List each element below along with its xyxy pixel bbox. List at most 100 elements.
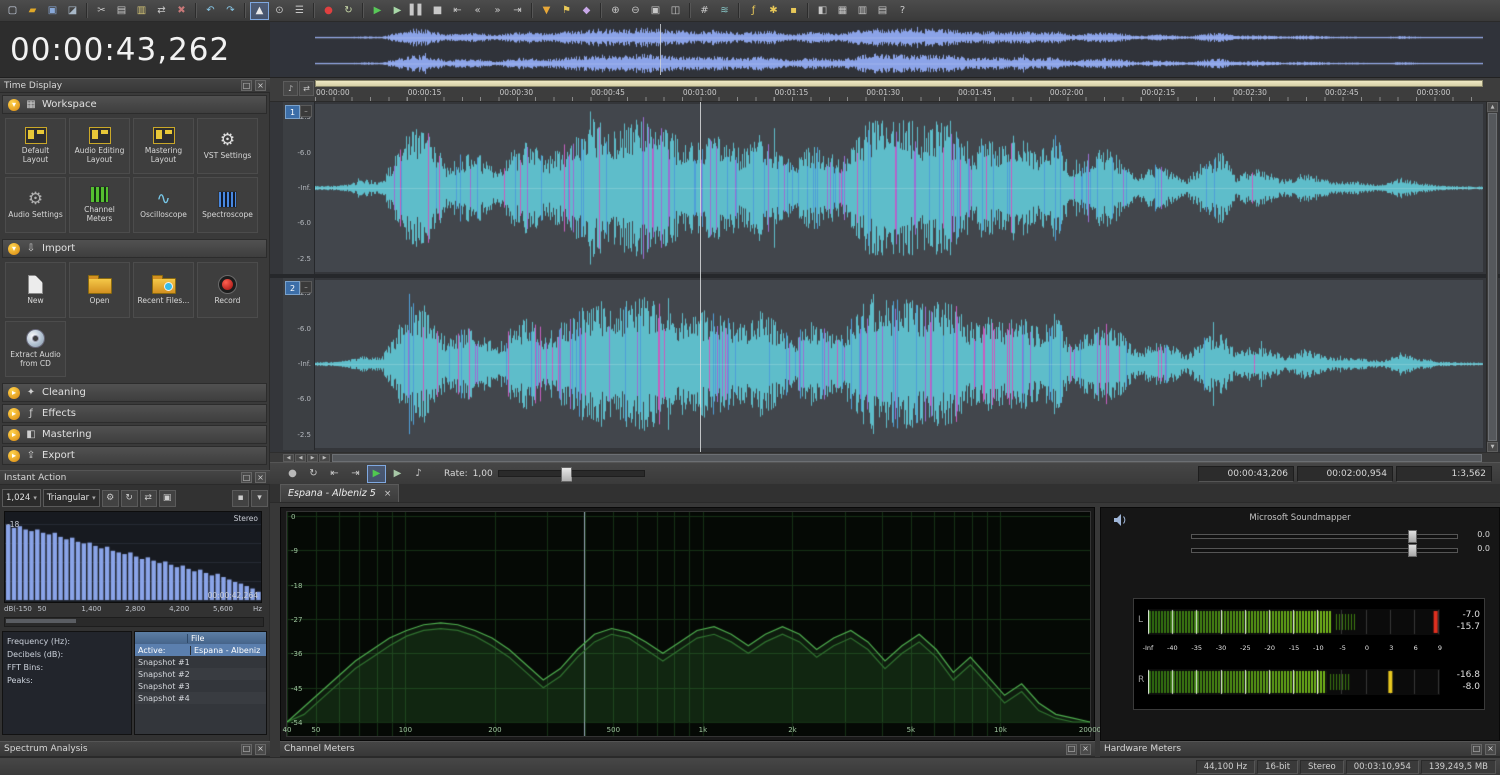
zoom-window-icon[interactable]: ◫ — [666, 2, 685, 20]
waveform-overview[interactable] — [270, 22, 1500, 78]
audio-settings-button[interactable]: ⚙ Audio Settings — [5, 177, 66, 233]
keyboard-icon[interactable]: ▤ — [873, 2, 892, 20]
fft-size-select[interactable]: 1,024 ▾ — [2, 489, 41, 507]
channel-1-waveform[interactable] — [315, 104, 1483, 272]
restore-button[interactable]: □ — [1066, 743, 1077, 755]
expand-icon[interactable]: ▸ — [8, 386, 20, 399]
play-plugin-button[interactable]: ▶ — [388, 465, 407, 483]
go-to-start-icon[interactable]: ⇤ — [448, 2, 467, 20]
marker-icon[interactable]: ▼ — [537, 2, 556, 20]
channel-1-badge[interactable]: 1 — [285, 105, 300, 119]
snapshot-row[interactable]: Snapshot #3: — [135, 680, 266, 692]
scrollbar-thumb[interactable] — [332, 454, 1482, 462]
channel-2-badge[interactable]: 2 — [285, 281, 300, 295]
audio-event-icon[interactable]: ♪ — [283, 81, 298, 96]
record-button[interactable]: Record — [197, 262, 258, 318]
expand-icon[interactable]: ▸ — [8, 407, 20, 420]
open-file-icon[interactable]: ▰ — [23, 2, 42, 20]
close-button[interactable]: × — [255, 743, 266, 755]
extract-cd-button[interactable]: Extract Audio from CD — [5, 321, 66, 377]
pause-icon[interactable]: ▌▌ — [408, 2, 427, 20]
time-ruler[interactable]: ♪ ⇄ 00:00:00 00:00:15 00:00:30 00:00:45 00:01… — [270, 78, 1500, 102]
forward-icon[interactable]: » — [488, 2, 507, 20]
rewind-icon[interactable]: « — [468, 2, 487, 20]
zoom-in-icon[interactable]: ⊕ — [606, 2, 625, 20]
go-to-end-icon[interactable]: ⇥ — [508, 2, 527, 20]
output-gain-slider-right[interactable]: 0.0 — [1191, 544, 1490, 557]
section-header-cleaning[interactable]: ▸ ✦ Cleaning — [2, 383, 267, 402]
restore-button[interactable]: □ — [241, 472, 252, 483]
new-file-icon[interactable]: ▢ — [3, 2, 22, 20]
vst-settings-button[interactable]: ⚙ VST Settings — [197, 118, 258, 174]
scroll-down-icon[interactable]: ▼ — [1487, 442, 1498, 452]
export-snapshot-icon[interactable]: ▣ — [158, 489, 176, 507]
trash-icon[interactable]: ✖ — [172, 2, 191, 20]
restore-button[interactable]: □ — [241, 80, 252, 91]
oscilloscope-button[interactable]: ∿ Oscilloscope — [133, 177, 194, 233]
paste-icon[interactable]: ▥ — [132, 2, 151, 20]
undo-icon[interactable]: ↶ — [201, 2, 220, 20]
page-left-icon[interactable]: ◀ — [295, 454, 306, 462]
slider-track[interactable] — [1191, 548, 1458, 553]
event-tool-icon[interactable]: ☰ — [290, 2, 309, 20]
scroll-up-icon[interactable]: ▲ — [1487, 102, 1498, 112]
expand-icon[interactable]: ▸ — [8, 428, 20, 441]
monitor-button[interactable]: ♪ — [409, 465, 428, 483]
region-icon[interactable]: ⚑ — [557, 2, 576, 20]
spectrum-graph[interactable]: Stereo -18 00:00:42,264 — [4, 511, 262, 603]
snapshot-row[interactable]: Snapshot #1: — [135, 656, 266, 668]
loop-playback-icon[interactable]: ↻ — [339, 2, 358, 20]
record-icon[interactable]: ● — [319, 2, 338, 20]
section-header-workspace[interactable]: ▾ ▦ Workspace — [2, 95, 267, 114]
channel-2-waveform[interactable] — [315, 280, 1483, 448]
zoom-selection-icon[interactable]: ▣ — [646, 2, 665, 20]
output-gain-slider-left[interactable]: 0.0 — [1191, 530, 1490, 543]
analyzer-canvas[interactable] — [287, 512, 1090, 736]
snapshot-row[interactable]: Snapshot #2: — [135, 668, 266, 680]
play-all-icon[interactable]: ▶ — [388, 2, 407, 20]
overview-left-canvas[interactable] — [315, 25, 1483, 50]
hardware-meters-icon[interactable]: ▥ — [853, 2, 872, 20]
horizontal-scrollbar[interactable] — [332, 454, 1482, 462]
channel-meters-button[interactable]: Channel Meters — [69, 177, 130, 233]
slider-thumb[interactable] — [1408, 544, 1418, 557]
pin-icon[interactable]: ▾ — [251, 489, 268, 507]
render-as-icon[interactable]: ◪ — [63, 2, 82, 20]
restore-button[interactable]: □ — [1471, 743, 1482, 755]
script-1-icon[interactable]: ƒ — [744, 2, 763, 20]
new-button[interactable]: New — [5, 262, 66, 318]
channel-1-minimize-button[interactable]: – — [300, 105, 312, 117]
scroll-left-icon[interactable]: ◀ — [283, 454, 294, 462]
scroll-right-icon[interactable]: ▶ — [319, 454, 330, 462]
expand-icon[interactable]: ▸ — [8, 449, 20, 462]
settings-gear-icon[interactable]: ⚙ — [101, 489, 119, 507]
section-header-import[interactable]: ▾ ⇩ Import — [2, 239, 267, 258]
expand-icon[interactable]: ▾ — [8, 98, 20, 111]
slider-track[interactable] — [1191, 534, 1458, 539]
snap-icon[interactable]: # — [695, 2, 714, 20]
page-right-icon[interactable]: ▶ — [307, 454, 318, 462]
plugin-chain-icon[interactable]: ▦ — [833, 2, 852, 20]
rate-slider[interactable] — [497, 467, 645, 482]
section-header-effects[interactable]: ▸ ƒ Effects — [2, 404, 267, 423]
tab-close-icon[interactable]: × — [384, 489, 392, 499]
waveform-editor[interactable]: -2.5 -6.0 -Inf. -6.0 -2.5 -2.5 -6.0 -Inf. -6.0-… — [270, 102, 1500, 452]
loop-button[interactable]: ↻ — [304, 465, 323, 483]
go-end-button[interactable]: ⇥ — [346, 465, 365, 483]
spectrum-bars-canvas[interactable] — [5, 512, 261, 602]
scrollbar-thumb[interactable] — [6, 619, 76, 623]
go-start-button[interactable]: ⇤ — [325, 465, 344, 483]
play-icon[interactable]: ▶ — [368, 2, 387, 20]
lock-icon[interactable]: ▪ — [784, 2, 803, 20]
help-icon[interactable]: ? — [893, 2, 912, 20]
spectrum-hscrollbar[interactable] — [4, 617, 264, 627]
expand-icon[interactable]: ▾ — [8, 242, 20, 255]
close-button[interactable]: × — [1080, 743, 1091, 755]
sync-icon[interactable]: ⇄ — [139, 489, 157, 507]
edit-tool-icon[interactable]: ▲ — [250, 1, 269, 20]
section-header-mastering[interactable]: ▸ ◧ Mastering — [2, 425, 267, 444]
audio-editing-layout-button[interactable]: Audio Editing Layout — [69, 118, 130, 174]
overview-right-canvas[interactable] — [315, 51, 1483, 76]
close-button[interactable]: × — [1485, 743, 1496, 755]
section-header-export[interactable]: ▸ ⇪ Export — [2, 446, 267, 465]
